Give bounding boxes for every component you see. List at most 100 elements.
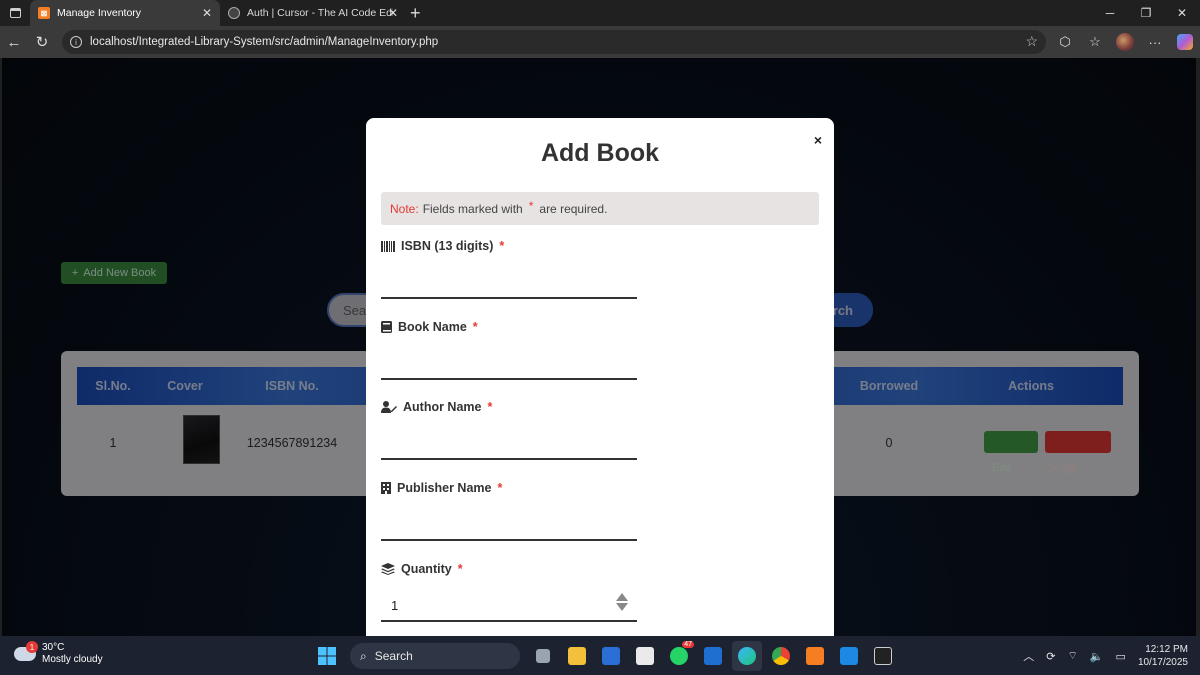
book-name-label-text: Book Name <box>398 320 467 334</box>
wifi-icon[interactable]: ⌔ <box>1067 649 1077 663</box>
chrome-button[interactable] <box>766 641 796 671</box>
system-tray: ︿ ⟳ ⌔ 🔈 ▭ 12:12 PM 10/17/2025 <box>1023 641 1188 671</box>
close-window-icon[interactable]: ✕ <box>1164 0 1200 26</box>
layers-icon <box>381 563 395 575</box>
clock-date: 10/17/2025 <box>1137 657 1188 668</box>
tab-strip: ⊠ Manage Inventory ✕ Auth | Cursor - The… <box>0 0 1200 26</box>
isbn-field[interactable] <box>381 260 637 296</box>
store-icon <box>636 647 654 665</box>
url-field[interactable]: i localhost/Integrated-Library-System/sr… <box>62 30 1046 54</box>
whatsapp-icon <box>670 647 688 665</box>
xampp-button[interactable] <box>800 641 830 671</box>
quantity-underline <box>381 620 637 622</box>
sync-icon[interactable]: ⟳ <box>1046 650 1055 663</box>
tab-close-icon[interactable]: ✕ <box>202 6 212 20</box>
increment-icon[interactable] <box>616 593 628 601</box>
vscode-button[interactable] <box>834 641 864 671</box>
quantity-label-text: Quantity <box>401 562 452 576</box>
isbn-label-text: ISBN (13 digits) <box>401 239 494 253</box>
toolbar-buttons: ⬡ ☆ ··· <box>1050 26 1200 58</box>
vscode-icon <box>840 647 858 665</box>
window-menu-icon[interactable] <box>0 0 30 26</box>
address-bar-row: ← ↻ i localhost/Integrated-Library-Syste… <box>0 26 1200 58</box>
tab-cursor-auth[interactable]: Auth | Cursor - The AI Code Editor ✕ <box>220 0 404 26</box>
note-tail: are required. <box>539 201 608 216</box>
edge-icon <box>738 647 756 665</box>
favorites-icon[interactable]: ☆ <box>1080 27 1110 57</box>
window-controls: ─ ❐ ✕ <box>1092 0 1200 26</box>
clock-time: 12:12 PM <box>1145 644 1188 655</box>
required-marker: * <box>457 562 463 576</box>
reload-icon[interactable]: ↻ <box>28 28 56 56</box>
author-name-field[interactable] <box>381 421 637 457</box>
weather-widget[interactable]: 1 30°C Mostly cloudy <box>14 641 103 666</box>
building-icon <box>381 482 391 494</box>
publisher-name-field[interactable] <box>381 502 637 538</box>
author-name-label-text: Author Name <box>403 400 482 414</box>
battery-icon[interactable]: ▭ <box>1116 650 1126 663</box>
site-info-icon[interactable]: i <box>70 36 82 48</box>
copilot-button[interactable] <box>1170 27 1200 57</box>
note-label: Note: <box>390 201 419 216</box>
chevron-up-icon[interactable]: ︿ <box>1023 648 1034 664</box>
app-button[interactable] <box>698 641 728 671</box>
edge-button[interactable] <box>732 641 762 671</box>
taskbar-search[interactable]: ⌕ Search <box>350 643 520 669</box>
barcode-icon <box>381 240 395 252</box>
volume-icon[interactable]: 🔈 <box>1090 650 1104 663</box>
modal-title: Add Book <box>540 139 660 167</box>
clock[interactable]: 12:12 PM 10/17/2025 <box>1138 643 1188 669</box>
book-name-underline <box>381 378 637 380</box>
task-view-icon <box>536 649 550 663</box>
page-viewport: + Add New Book Sea rch Sl.No. Cover ISBN… <box>2 58 1196 636</box>
cursor-icon <box>874 647 892 665</box>
required-marker: * <box>499 239 505 253</box>
windows-icon <box>318 647 336 665</box>
whatsapp-button[interactable]: 47 <box>664 641 694 671</box>
cursor-button[interactable] <box>868 641 898 671</box>
new-tab-icon[interactable]: + <box>410 3 421 24</box>
required-marker: * <box>487 400 493 414</box>
more-menu-icon[interactable]: ··· <box>1140 27 1170 57</box>
note-star: * <box>528 198 534 213</box>
note-text: Fields marked with <box>422 201 523 216</box>
tab-close-icon[interactable]: ✕ <box>388 6 398 20</box>
author-name-label: Author Name * <box>381 400 492 414</box>
windows-taskbar: 1 30°C Mostly cloudy ⌕ Search 47 ︿ ⟳ ⌔ 🔈… <box>0 636 1200 675</box>
weather-temp: 30°C <box>42 642 65 653</box>
cloud-icon: 1 <box>14 641 38 661</box>
task-view-button[interactable] <box>528 641 558 671</box>
required-marker: * <box>472 320 478 334</box>
isbn-label: ISBN (13 digits) * <box>381 239 504 253</box>
avatar <box>1116 33 1134 51</box>
favorite-star-icon[interactable]: ☆ <box>1025 33 1038 50</box>
whatsapp-badge: 47 <box>682 641 694 648</box>
extensions-icon[interactable]: ⬡ <box>1050 27 1080 57</box>
start-button[interactable] <box>312 641 342 671</box>
tab-manage-inventory[interactable]: ⊠ Manage Inventory ✕ <box>30 0 220 26</box>
quantity-label: Quantity * <box>381 562 463 576</box>
required-marker: * <box>497 481 503 495</box>
quantity-stepper[interactable]: 1 <box>381 584 637 620</box>
tab-title: Auth | Cursor - The AI Code Editor <box>247 7 393 19</box>
cursor-favicon-icon <box>228 7 240 19</box>
folder-icon <box>568 647 586 665</box>
back-icon[interactable]: ← <box>0 28 28 56</box>
book-icon <box>381 321 392 333</box>
xampp-icon <box>806 647 824 665</box>
publisher-name-label: Publisher Name * <box>381 481 502 495</box>
xampp-favicon-icon: ⊠ <box>38 7 50 19</box>
profile-button[interactable] <box>1110 27 1140 57</box>
minimize-icon[interactable]: ─ <box>1092 0 1128 26</box>
file-explorer-button[interactable] <box>562 641 592 671</box>
book-name-field[interactable] <box>381 341 637 377</box>
restore-icon[interactable]: ❐ <box>1128 0 1164 26</box>
store-button[interactable] <box>630 641 660 671</box>
decrement-icon[interactable] <box>616 603 628 611</box>
weather-desc: Mostly cloudy <box>42 654 103 665</box>
quantity-spinner[interactable] <box>615 593 629 611</box>
author-name-underline <box>381 458 637 460</box>
url-text: localhost/Integrated-Library-System/src/… <box>90 36 439 48</box>
app-icon <box>704 647 722 665</box>
app-button[interactable] <box>596 641 626 671</box>
